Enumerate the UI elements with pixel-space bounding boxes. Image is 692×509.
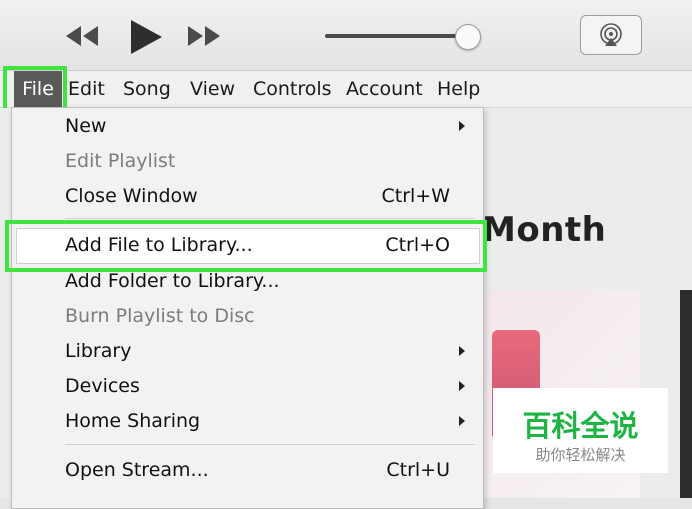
menu-item-add-folder-to-library[interactable]: Add Folder to Library...	[12, 264, 483, 298]
menu-item-new[interactable]: New	[12, 109, 483, 143]
play-icon[interactable]	[128, 19, 164, 55]
menu-item-shortcut: Ctrl+W	[381, 185, 450, 207]
rewind-icon[interactable]	[64, 24, 100, 48]
menu-song[interactable]: Song	[119, 71, 175, 107]
menu-item-shortcut: Ctrl+O	[385, 234, 450, 256]
menu-item-label: Open Stream...	[65, 459, 209, 481]
menu-account[interactable]: Account	[342, 71, 427, 107]
menu-item-label: Library	[65, 340, 132, 362]
section-heading: Month	[482, 210, 607, 250]
submenu-arrow-icon	[459, 416, 465, 426]
menu-view[interactable]: View	[186, 71, 239, 107]
menu-item-devices[interactable]: Devices	[12, 369, 483, 403]
volume-slider-handle[interactable]	[454, 24, 481, 50]
menu-file[interactable]: File	[14, 71, 62, 107]
submenu-arrow-icon	[459, 346, 465, 356]
menu-help[interactable]: Help	[433, 71, 484, 107]
menu-item-label: Devices	[65, 375, 140, 397]
menu-separator	[65, 444, 475, 445]
fast-forward-icon[interactable]	[186, 24, 222, 48]
menu-item-label: Close Window	[65, 185, 198, 207]
menu-separator	[65, 218, 475, 219]
menu-item-edit-playlist: Edit Playlist	[12, 144, 483, 178]
menu-item-label: Add File to Library...	[65, 234, 253, 256]
menu-item-add-file-to-library[interactable]: Add File to Library... Ctrl+O	[12, 228, 483, 264]
menu-item-label: Home Sharing	[65, 410, 201, 432]
submenu-arrow-icon	[459, 381, 465, 391]
player-toolbar	[0, 0, 692, 71]
menu-item-library[interactable]: Library	[12, 334, 483, 368]
watermark-logo: 百科全说 助你轻松解决	[493, 388, 668, 473]
menu-item-label: Add Folder to Library...	[65, 270, 280, 292]
menu-item-home-sharing[interactable]: Home Sharing	[12, 404, 483, 438]
menu-item-open-stream[interactable]: Open Stream... Ctrl+U	[12, 453, 483, 487]
file-menu-dropdown: New Edit Playlist Close Window Ctrl+W Ad…	[11, 107, 484, 509]
menu-item-label: Edit Playlist	[65, 150, 176, 172]
menu-item-label: New	[65, 115, 107, 137]
submenu-arrow-icon	[459, 121, 465, 131]
menu-bar: File Edit Song View Controls Account Hel…	[0, 71, 692, 108]
menu-item-label: Burn Playlist to Disc	[65, 305, 255, 327]
menu-item-shortcut: Ctrl+U	[386, 459, 450, 481]
menu-item-close-window[interactable]: Close Window Ctrl+W	[12, 179, 483, 213]
menu-item-burn-playlist: Burn Playlist to Disc	[12, 299, 483, 333]
menu-edit[interactable]: Edit	[64, 71, 109, 107]
album-card-next[interactable]	[680, 290, 692, 498]
menu-controls[interactable]: Controls	[249, 71, 336, 107]
airplay-icon[interactable]	[580, 15, 642, 55]
watermark-subtitle: 助你轻松解决	[535, 446, 626, 464]
watermark-title: 百科全说	[522, 409, 639, 443]
